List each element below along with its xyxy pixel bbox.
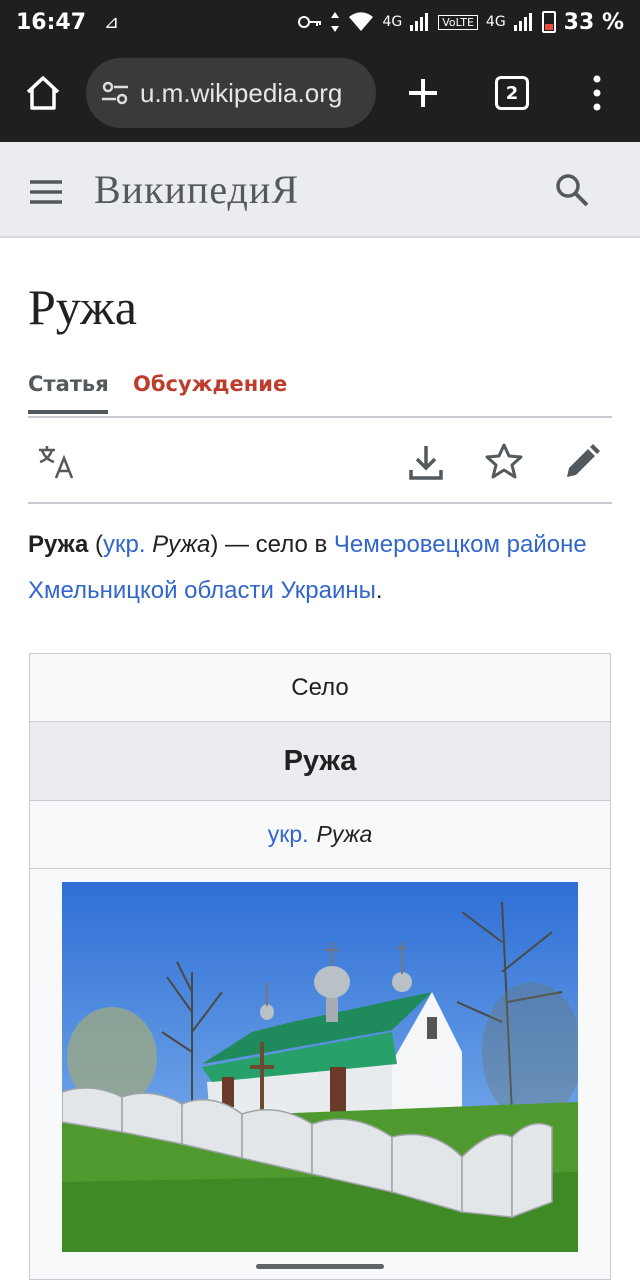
page-actions xyxy=(28,418,612,504)
search-icon[interactable] xyxy=(554,172,590,208)
signal-icon xyxy=(410,13,429,31)
volte-badge: VoLTE xyxy=(438,14,478,30)
tab-article[interactable]: Статья xyxy=(28,372,109,414)
browser-toolbar: u.m.wikipedia.org 2 xyxy=(0,44,640,142)
download-icon[interactable] xyxy=(406,442,446,482)
gesture-nav-bar[interactable] xyxy=(256,1264,384,1269)
status-time: 16:47 xyxy=(16,9,87,35)
tab-talk[interactable]: Обсуждение xyxy=(133,372,287,396)
page-tabs: Статья Обсуждение xyxy=(28,366,612,418)
infobox-local-term: Ружа xyxy=(316,821,373,847)
edit-icon[interactable] xyxy=(562,442,602,482)
wiki-header: ВикипедиЯ xyxy=(0,142,640,238)
hamburger-menu-icon[interactable] xyxy=(28,178,64,206)
data-arrows-icon xyxy=(331,12,340,32)
star-icon[interactable] xyxy=(484,442,524,482)
lead-space-2 xyxy=(274,577,281,604)
infobox-lang-link[interactable]: укр. xyxy=(268,821,309,848)
wifi-icon xyxy=(349,12,374,31)
lead-bold-name: Ружа xyxy=(28,531,89,558)
battery-percent: 33 % xyxy=(563,9,624,35)
new-tab-icon[interactable] xyxy=(406,76,440,110)
country-link[interactable]: Украины xyxy=(281,577,376,604)
status-bar: 16:47 ⊿ 4G VoLTE 4G 33 % xyxy=(0,0,640,44)
lang-link[interactable]: укр. xyxy=(103,531,146,558)
infobox-local-name: укр. Ружа xyxy=(30,801,610,869)
url-text: u.m.wikipedia.org xyxy=(140,77,343,108)
lead-text-2: ) — село в xyxy=(210,531,334,558)
network-type-1: 4G xyxy=(382,14,403,30)
language-icon[interactable] xyxy=(36,442,76,482)
lead-paragraph: Ружа (укр. Ружа) — село в Чемеровецком р… xyxy=(28,522,618,614)
infobox-name: Ружа xyxy=(30,722,610,801)
lead-period: . xyxy=(375,577,383,604)
key-icon xyxy=(298,16,322,28)
status-indicators: 4G VoLTE 4G 33 % xyxy=(298,10,624,35)
network-type-2: 4G xyxy=(485,14,506,30)
region-link[interactable]: Хмельницкой области xyxy=(28,577,274,604)
lead-lang-term: Ружа xyxy=(152,531,211,558)
tab-switcher-button[interactable]: 2 xyxy=(495,76,529,110)
more-menu-icon[interactable] xyxy=(590,74,604,112)
address-bar[interactable]: u.m.wikipedia.org xyxy=(86,58,376,128)
signal-icon-2 xyxy=(513,13,532,31)
wikipedia-logo[interactable]: ВикипедиЯ xyxy=(94,166,299,213)
district-link[interactable]: Чемеровецком районе xyxy=(334,531,587,558)
home-icon[interactable] xyxy=(24,74,62,112)
page-title: Ружа xyxy=(28,279,137,335)
village-church-photo[interactable] xyxy=(62,882,578,1252)
site-settings-icon[interactable] xyxy=(100,78,130,108)
lead-text: ( xyxy=(88,531,103,558)
speed-icon: ⊿ xyxy=(104,11,120,33)
infobox: Село Ружа укр. Ружа xyxy=(29,653,611,1280)
infobox-type: Село xyxy=(30,654,610,722)
battery-icon xyxy=(541,11,556,33)
